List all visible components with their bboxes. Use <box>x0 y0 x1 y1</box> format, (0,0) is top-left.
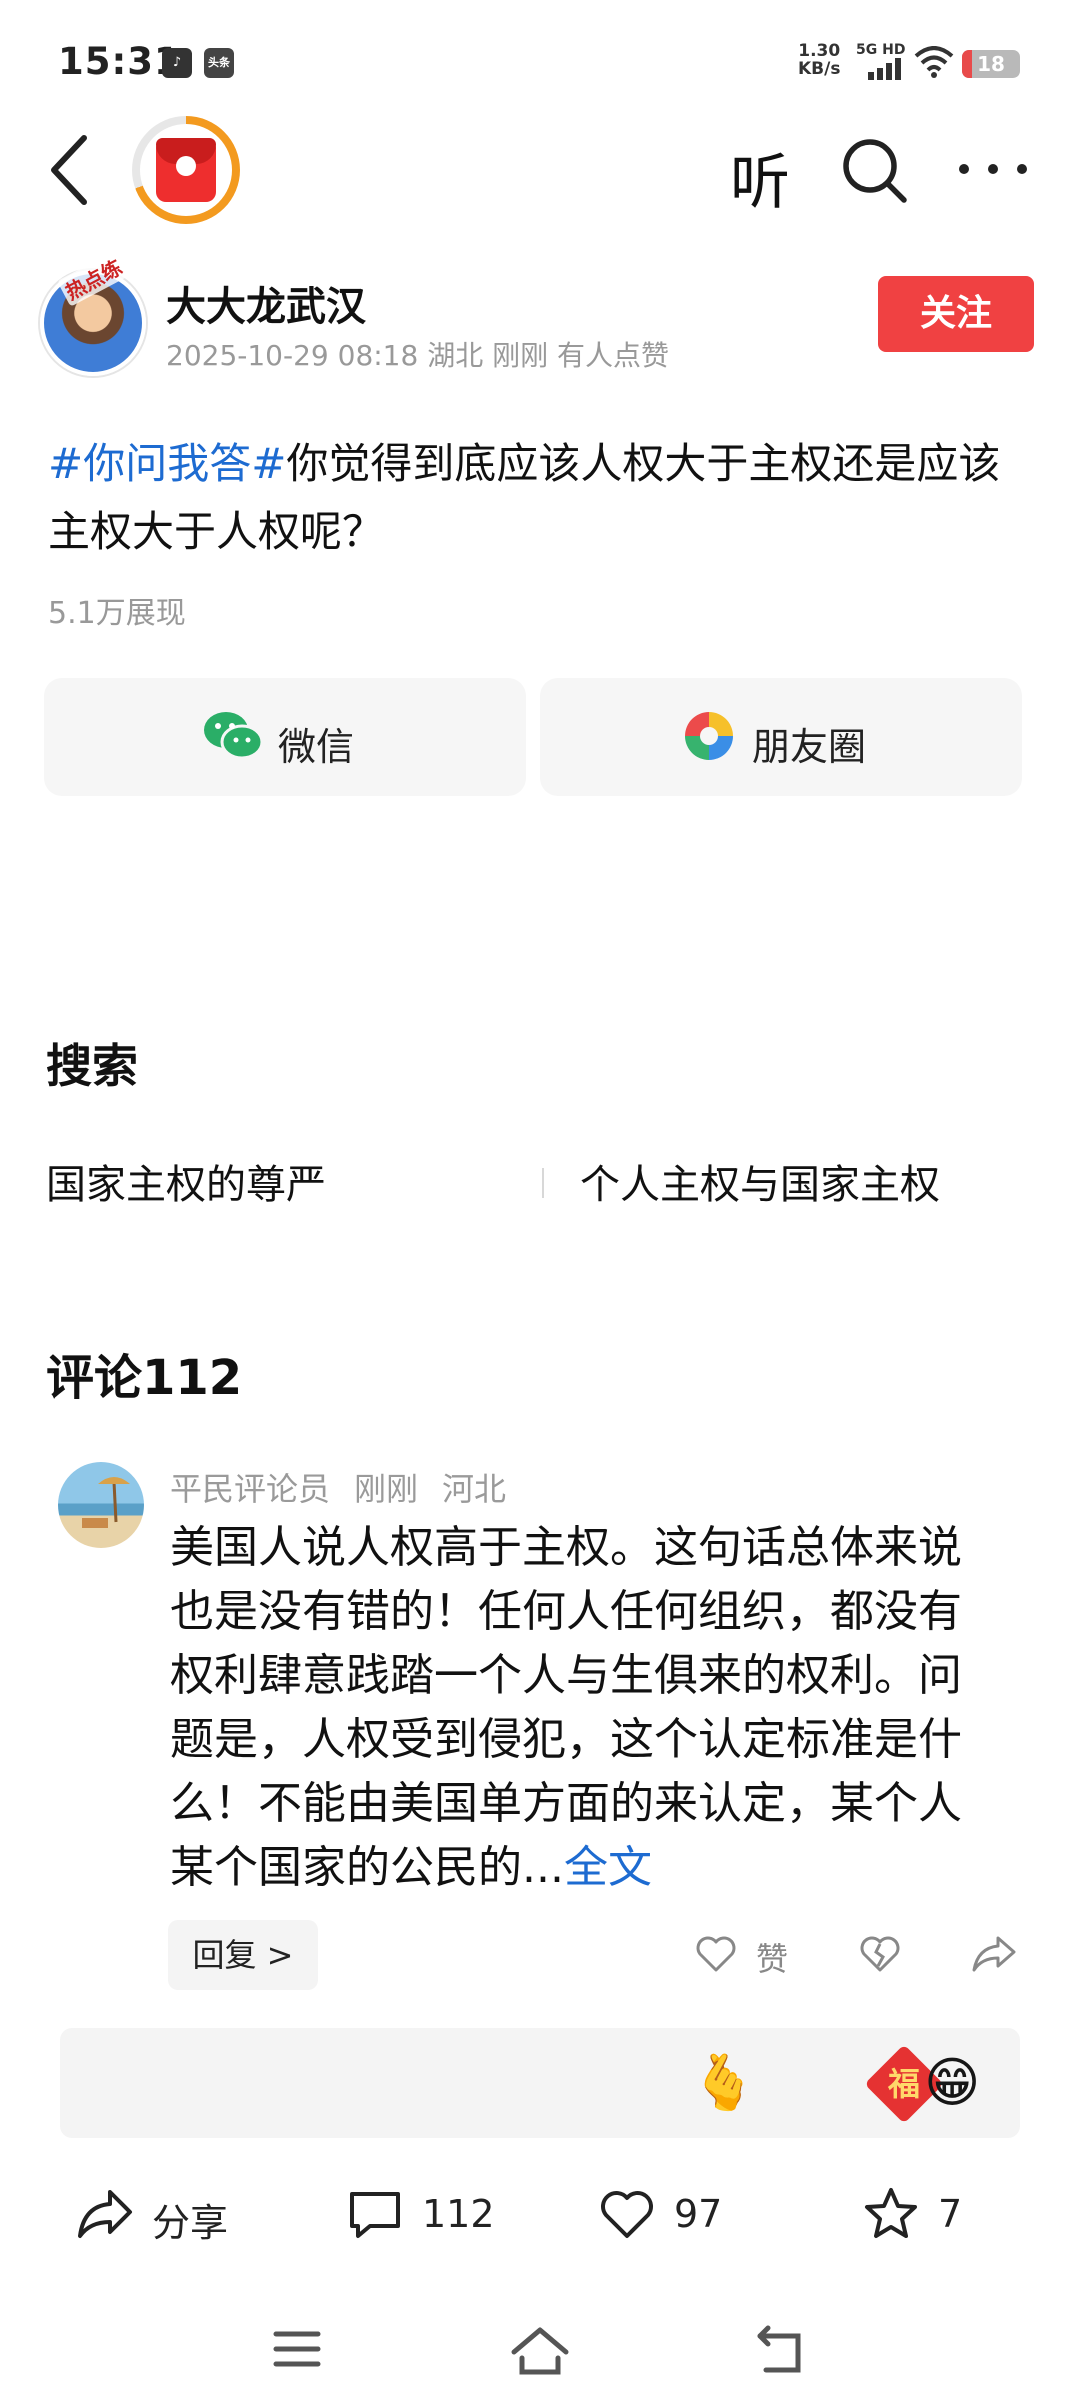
tiktok-icon: ♪ <box>162 48 192 78</box>
search-icon[interactable] <box>838 134 910 206</box>
share-icon <box>78 2190 132 2238</box>
search-suggestion[interactable]: 国家主权的尊严 <box>46 1152 326 1210</box>
impressions-count: 5.1万展现 <box>48 596 186 631</box>
share-icon[interactable] <box>970 1932 1018 1976</box>
back-arrow-icon[interactable] <box>40 132 100 208</box>
share-label: 分享 <box>152 2201 229 2245</box>
moments-icon <box>685 712 733 760</box>
comment-input[interactable] <box>90 2052 690 2114</box>
comment-location: 河北 <box>442 1470 507 1508</box>
grin-emoji-icon[interactable]: 😁 <box>924 2052 980 2114</box>
finger-heart-emoji-icon[interactable]: 🫰 <box>690 2052 757 2114</box>
moments-label: 朋友圈 <box>752 725 867 769</box>
comment-text: 美国人说人权高于主权。这句话总体来说也是没有错的！任何人任何组织，都没有权利肆意… <box>170 1522 962 1893</box>
like-icon[interactable] <box>694 1932 738 1976</box>
comments-section-title: 评论112 <box>46 1350 243 1406</box>
status-bar: 15:31 ♪ 头条 1.30 KB/s 5G HD 18 <box>0 0 1080 120</box>
more-icon[interactable] <box>956 154 1030 184</box>
search-section-title: 搜索 <box>46 1039 138 1093</box>
author-header: 热点练 大大龙武汉 2025-10-29 08:18 湖北 刚刚 有人点赞 关注 <box>40 250 1040 380</box>
network-type: 5G HD <box>856 42 906 58</box>
read-more-link[interactable]: 全文 <box>564 1842 652 1893</box>
menu-icon[interactable] <box>272 2324 322 2374</box>
like-count: 97 <box>674 2192 723 2236</box>
home-icon[interactable] <box>508 2324 572 2380</box>
post-hashtag[interactable]: #你问我答# <box>48 439 286 488</box>
comment-time: 刚刚 <box>354 1470 419 1508</box>
follow-button[interactable]: 关注 <box>878 276 1034 352</box>
back-icon[interactable] <box>752 2324 808 2380</box>
comment-icon <box>350 2192 400 2238</box>
star-icon <box>865 2188 917 2238</box>
broken-heart-icon[interactable] <box>858 1932 902 1976</box>
red-packet-icon[interactable] <box>132 116 240 224</box>
comment-meta: 平民评论员 刚刚 河北 <box>170 1464 530 1510</box>
comment-input-bar: 🫰 福 😁 <box>60 2028 1020 2138</box>
top-nav-bar: 听 <box>0 110 1080 230</box>
comment-count: 112 <box>422 2192 495 2236</box>
reply-button[interactable]: 回复 > <box>168 1920 318 1990</box>
post-text: #你问我答#你觉得到底应该人权大于主权还是应该主权大于人权呢？ <box>48 430 1038 566</box>
listen-button[interactable]: 听 <box>730 134 790 221</box>
favorite-count: 7 <box>938 2192 963 2236</box>
network-speed: 1.30 KB/s <box>798 41 841 79</box>
search-suggestion[interactable]: 个人主权与国家主权 <box>580 1152 940 1210</box>
comment-username[interactable]: 平民评论员 <box>170 1470 330 1508</box>
post-meta: 2025-10-29 08:18 湖北 刚刚 有人点赞 <box>166 339 670 372</box>
wechat-label: 微信 <box>278 725 355 769</box>
battery-percent: 18 <box>977 52 1005 76</box>
signal-icon <box>868 58 901 80</box>
commenter-avatar[interactable] <box>58 1462 144 1548</box>
author-name[interactable]: 大大龙武汉 <box>166 274 366 332</box>
like-label[interactable]: 赞 <box>756 1934 788 1980</box>
wifi-icon <box>914 46 954 78</box>
divider <box>542 1168 544 1198</box>
heart-icon <box>601 2191 653 2238</box>
system-navigation-bar <box>0 2300 1080 2408</box>
share-moments-button[interactable]: 朋友圈 <box>540 678 1022 796</box>
share-wechat-button[interactable]: 微信 <box>44 678 526 796</box>
battery-icon: 18 <box>962 50 1020 78</box>
toutiao-icon: 头条 <box>204 48 234 78</box>
wechat-icon <box>204 712 264 760</box>
